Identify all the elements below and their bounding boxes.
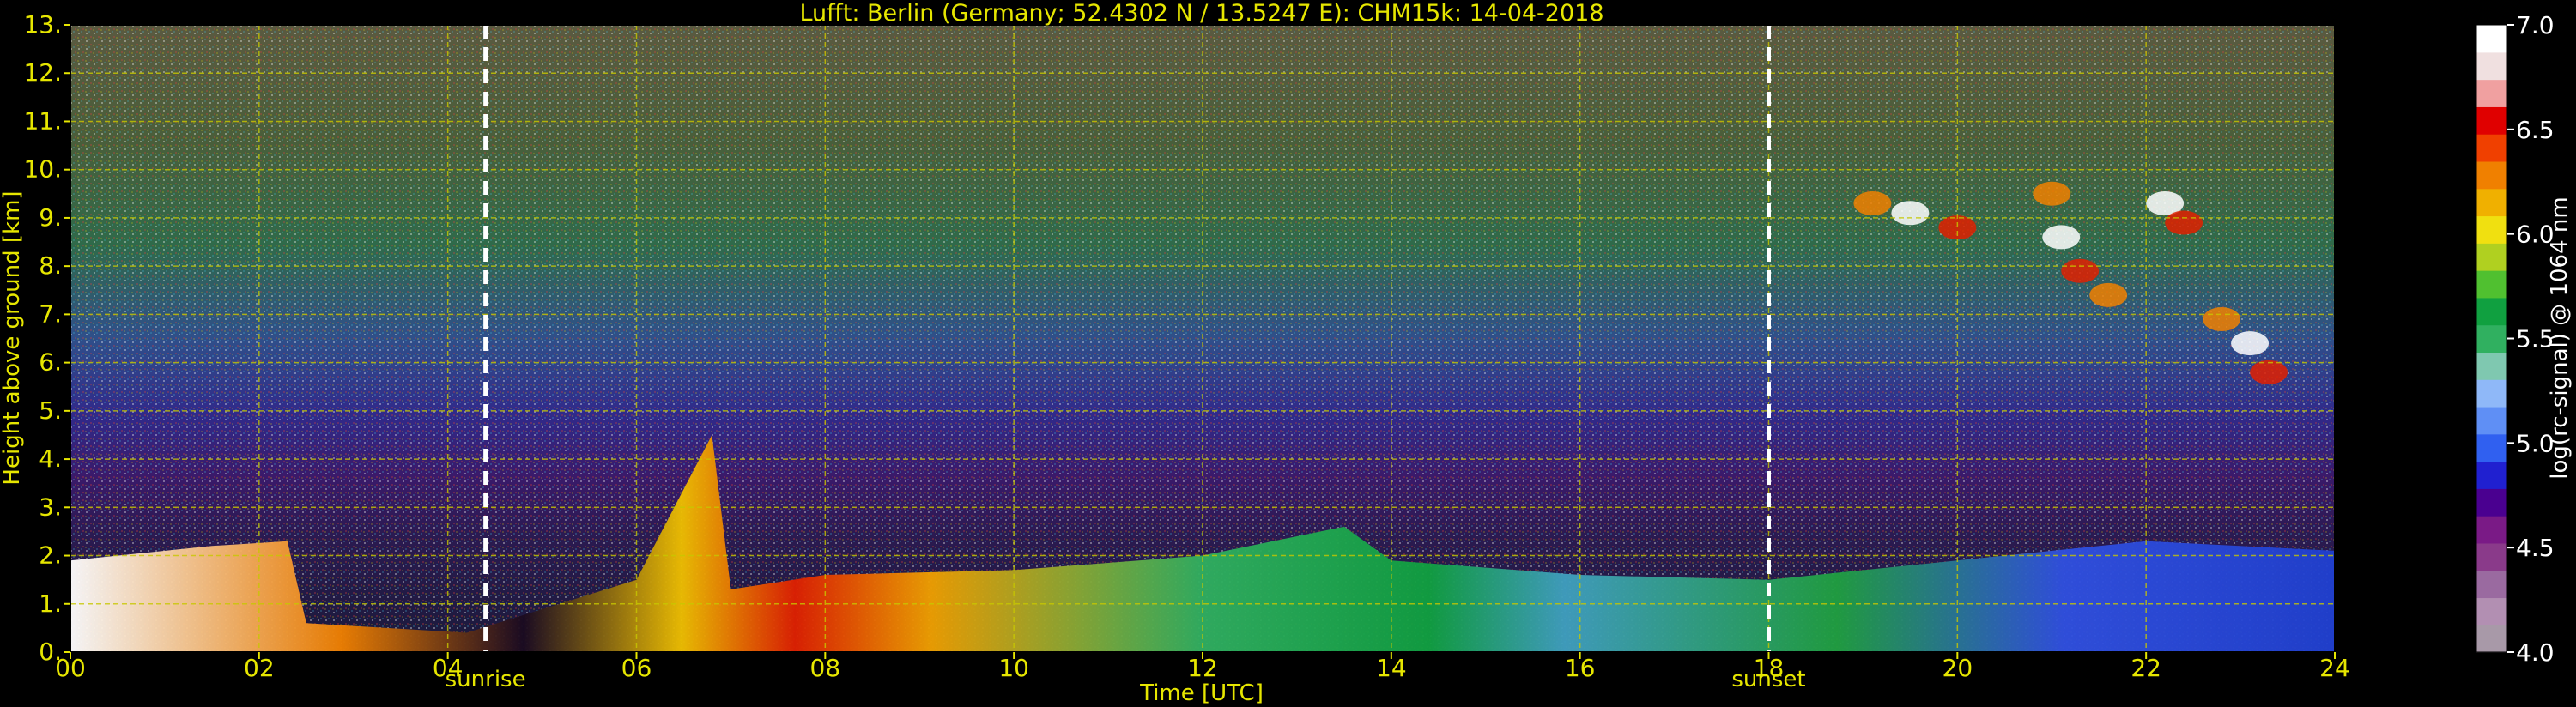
colorbar-segment: [2476, 516, 2507, 544]
colorbar-tick-label: 6.5: [2516, 116, 2555, 144]
y-tick-label: 13.: [23, 10, 62, 39]
colorbar-segment: [2476, 188, 2507, 217]
x-tick-label: 00: [55, 654, 86, 682]
y-axis-label: Height above ground [km]: [0, 190, 25, 485]
colorbar-segment: [2476, 297, 2507, 326]
colorbar-segment: [2476, 243, 2507, 271]
colorbar-segment: [2476, 215, 2507, 244]
cirrus-patch: [2250, 360, 2288, 384]
colorbar-segment: [2476, 270, 2507, 299]
x-tick-label: 24: [2319, 654, 2350, 682]
colorbar-segment: [2476, 51, 2507, 81]
ceilometer-chart: sunrise sunset 0.1.2.3.4.5.6.7.8.9.10.11.…: [0, 0, 2573, 706]
x-tick-label: 08: [810, 654, 841, 682]
y-tick-label: 2.: [39, 541, 62, 570]
cirrus-patch: [2042, 225, 2081, 250]
y-tick-label: 9.: [39, 203, 62, 232]
y-tick-label: 10.: [23, 155, 62, 184]
x-tick-label: 16: [1565, 654, 1596, 682]
cirrus-patch: [1891, 201, 1930, 226]
x-axis-ticks: 00 02 04 06 08 10 12 14 16 18 20 22 24: [55, 652, 2350, 682]
colorbar-segment: [2476, 461, 2507, 489]
cirrus-patch: [2165, 210, 2203, 235]
colorbar-tick-label: 7.0: [2516, 11, 2555, 39]
y-tick-label: 6.: [39, 348, 62, 377]
colorbar-segment: [2476, 352, 2507, 380]
cirrus-patch: [1853, 191, 1892, 216]
x-tick-label: 06: [621, 654, 652, 682]
cirrus-patch: [2061, 258, 2100, 283]
colorbar-segment: [2476, 433, 2507, 462]
colorbar: 4.04.55.05.56.06.57.0: [2476, 11, 2555, 667]
x-tick-label: 12: [1187, 654, 1218, 682]
colorbar-segment: [2476, 488, 2507, 517]
colorbar-label: log(rc-signal) @ 1064 nm: [2547, 196, 2573, 479]
colorbar-segment: [2476, 160, 2507, 190]
y-tick-label: 5.: [39, 396, 62, 425]
cirrus-patch: [2089, 282, 2128, 307]
colorbar-segment: [2476, 379, 2507, 408]
y-tick-label: 8.: [39, 251, 62, 280]
colorbar-segment: [2476, 25, 2507, 53]
colorbar-segment: [2476, 106, 2507, 135]
cirrus-patch: [2231, 331, 2270, 356]
colorbar-segment: [2476, 597, 2507, 625]
x-tick-label: 20: [1943, 654, 1973, 682]
y-tick-label: 4.: [39, 444, 62, 473]
cirrus-patch: [2033, 181, 2071, 206]
chart-title: Lufft: Berlin (Germany; 52.4302 N / 13.5…: [799, 0, 1603, 27]
y-tick-label: 3.: [39, 492, 62, 521]
colorbar-segment: [2476, 79, 2507, 107]
x-tick-label: 02: [244, 654, 275, 682]
x-tick-label: 14: [1376, 654, 1407, 682]
colorbar-tick-label: 4.5: [2516, 534, 2555, 562]
colorbar-segment: [2476, 134, 2507, 162]
colorbar-segment: [2476, 542, 2507, 571]
colorbar-tick-label: 4.0: [2516, 638, 2555, 667]
y-tick-label: 11.: [23, 106, 62, 135]
cirrus-patch: [2203, 307, 2241, 332]
y-tick-label: 12.: [23, 58, 62, 87]
colorbar-segment: [2476, 625, 2507, 653]
x-axis-label: Time [UTC]: [1139, 680, 1264, 706]
y-tick-label: 1.: [39, 589, 62, 618]
x-tick-label: 18: [1754, 654, 1785, 682]
colorbar-segment: [2476, 406, 2507, 435]
x-tick-label: 04: [433, 654, 464, 682]
x-tick-label: 22: [2131, 654, 2161, 682]
y-axis-ticks: 0.1.2.3.4.5.6.7.8.9.10.11.12.13.: [23, 10, 70, 666]
x-tick-label: 10: [998, 654, 1029, 682]
y-tick-label: 7.: [39, 299, 62, 328]
colorbar-segment: [2476, 324, 2507, 353]
colorbar-segment: [2476, 570, 2507, 599]
